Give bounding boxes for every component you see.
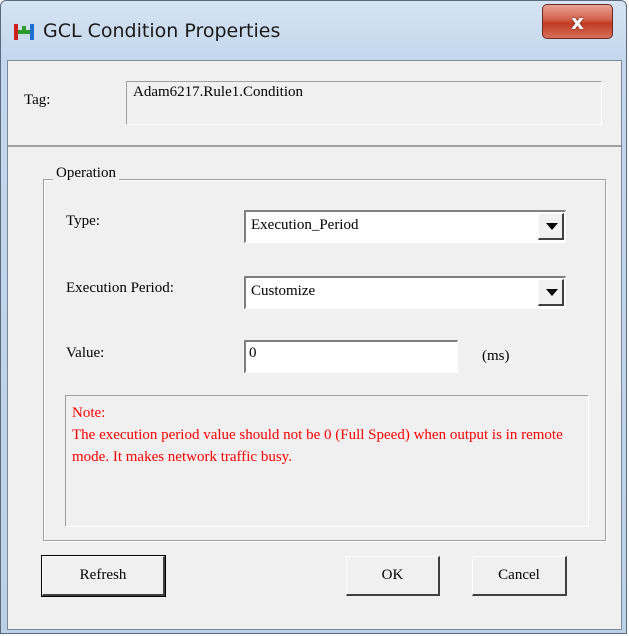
tag-label: Tag:: [24, 92, 51, 108]
chevron-down-icon[interactable]: [538, 213, 564, 240]
close-icon: x: [571, 9, 584, 34]
title-bar[interactable]: GCL Condition Properties x: [1, 1, 626, 61]
refresh-button[interactable]: Refresh: [41, 555, 166, 597]
chevron-down-icon[interactable]: [538, 279, 564, 306]
value-label: Value:: [66, 345, 105, 361]
close-button[interactable]: x: [542, 4, 613, 39]
type-label: Type:: [66, 213, 100, 229]
operation-group-title: Operation: [53, 165, 119, 182]
execution-period-label: Execution Period:: [66, 280, 174, 296]
execution-period-select-value: Customize: [251, 283, 316, 299]
gcl-app-icon: [14, 24, 34, 40]
note-text: The execution period value should not be…: [72, 427, 563, 465]
dialog-window: GCL Condition Properties x Tag: Adam6217…: [0, 0, 627, 634]
value-unit: (ms): [482, 348, 510, 364]
execution-period-select[interactable]: Customize: [244, 276, 566, 309]
dialog-client-area: Tag: Adam6217.Rule1.Condition Operation …: [7, 60, 622, 630]
type-select[interactable]: Execution_Period: [244, 210, 566, 243]
note-heading: Note:: [72, 405, 106, 421]
tag-section: Tag: Adam6217.Rule1.Condition: [8, 61, 621, 147]
window-title: GCL Condition Properties: [43, 20, 281, 42]
value-input[interactable]: 0: [244, 340, 458, 373]
ok-button[interactable]: OK: [346, 556, 440, 596]
note-box: Note: The execution period value should …: [65, 395, 589, 527]
type-select-value: Execution_Period: [251, 217, 359, 233]
tag-field: Adam6217.Rule1.Condition: [126, 81, 602, 125]
cancel-button[interactable]: Cancel: [472, 556, 567, 596]
